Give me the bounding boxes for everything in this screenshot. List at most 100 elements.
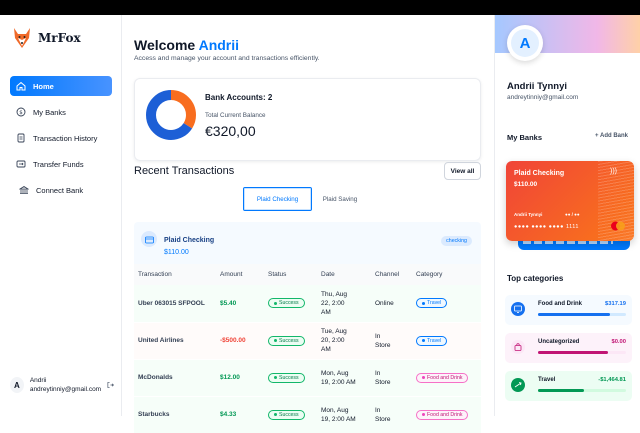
channel-line: Store [375, 415, 391, 423]
channel-line: In [375, 369, 381, 377]
mastercard-icon [611, 221, 625, 231]
receipt-icon [17, 133, 25, 143]
table-row[interactable]: Starbucks $4.33 Success Mon, Aug 19, 2:00… [134, 396, 481, 433]
column-header-transaction: Transaction [138, 271, 172, 278]
app-logo[interactable]: MrFox [12, 25, 81, 51]
sidebar-item-label: Connect Bank [36, 185, 84, 195]
category-label: Food and Drink [427, 374, 463, 381]
sidebar-item-label: My Banks [33, 107, 66, 117]
sidebar-item-home[interactable]: Home [10, 76, 112, 96]
svg-text:$: $ [19, 110, 23, 116]
welcome-greeting: Welcome [134, 37, 196, 53]
category-progress-fill [538, 351, 609, 354]
category-label: Food and Drink [427, 411, 463, 418]
sidebar: MrFox Home $ My Banks Transaction Histor… [0, 15, 122, 416]
app-name: MrFox [38, 31, 81, 45]
tab-plaid-saving[interactable]: Plaid Saving [312, 187, 368, 211]
category-cell: Food and Drink [412, 396, 481, 433]
date-line: Mon, Aug [321, 406, 349, 414]
window-top-bar [0, 0, 640, 15]
category-card-uncategorized[interactable]: Uncategorized $0.00 [505, 333, 632, 363]
category-progress-track [538, 313, 626, 316]
transaction-name: McDonalds [138, 374, 173, 381]
column-header-amount: Amount [220, 271, 243, 278]
category-label: Travel [427, 337, 442, 344]
total-balance-value: €320,00 [205, 123, 256, 139]
category-badge: Food and Drink [416, 372, 469, 383]
profile-avatar[interactable]: A [507, 25, 543, 61]
date-cell: Tue, Aug 20, 2:00 AM [317, 322, 371, 359]
table-row[interactable]: United Airlines -$500.00 Success Tue, Au… [134, 322, 481, 359]
category-name: Food and Drink [538, 301, 582, 307]
date-line: AM [321, 346, 331, 353]
status-badge: Success [268, 372, 305, 383]
channel-cell: Online [371, 285, 412, 322]
bag-icon [511, 340, 525, 354]
channel-cell: In Store [371, 322, 412, 359]
status-dot [274, 376, 277, 379]
main-content: Welcome Andrii Access and manage your ac… [122, 15, 494, 433]
profile-email: andreytinniy@gmail.com [507, 94, 579, 101]
my-banks-title: My Banks [507, 133, 543, 142]
channel-line: In [375, 332, 381, 340]
sidebar-item-label: Transaction History [33, 133, 98, 143]
date-line: 19, 2:00 AM [321, 415, 356, 423]
logout-icon[interactable] [107, 381, 114, 389]
sidebar-nav: Home $ My Banks Transaction History Tran… [10, 76, 112, 206]
transaction-name: Uber 063015 SFPOOL [138, 299, 205, 307]
account-type-badge: checking [441, 236, 472, 246]
page-subtitle: Access and manage your account and trans… [134, 55, 320, 62]
wallet-icon [141, 231, 157, 247]
sidebar-item-transfer-funds[interactable]: Transfer Funds [10, 154, 112, 174]
transaction-name: United Airlines [138, 337, 184, 344]
tab-plaid-checking[interactable]: Plaid Checking [243, 187, 312, 211]
category-card-food-and-drink[interactable]: Food and Drink $317.19 [505, 295, 632, 325]
channel-line: Store [375, 378, 391, 386]
sidebar-user-info: Andrii andreytinniy@gmail.com [30, 376, 101, 394]
status-badge: Success [268, 298, 305, 309]
status-cell: Success [264, 285, 317, 322]
bank-card-primary[interactable]: Plaid Checking $110.00 ))) Andrii Tynnyi… [506, 161, 634, 241]
recent-transactions-title: Recent Transactions [134, 165, 235, 177]
sidebar-item-transaction-history[interactable]: Transaction History [10, 128, 112, 148]
table-row[interactable]: Uber 063015 SFPOOL $5.40 Success Thu, Au… [134, 285, 481, 322]
date-cell: Mon, Aug 19, 2:00 AM [317, 359, 371, 396]
bank-icon [19, 186, 29, 194]
category-amount: -$1,464.81 [598, 377, 626, 383]
sidebar-item-my-banks[interactable]: $ My Banks [10, 102, 112, 122]
status-label: Success [279, 300, 299, 307]
table-row[interactable]: McDonalds $12.00 Success Mon, Aug 19, 2:0… [134, 359, 481, 396]
category-card-travel[interactable]: Travel -$1,464.81 [505, 371, 632, 401]
sidebar-item-connect-bank[interactable]: Connect Bank [10, 180, 112, 200]
status-cell: Success [264, 322, 317, 359]
monitor-icon [511, 302, 525, 316]
account-tabs: Plaid Checking Plaid Saving [243, 187, 368, 211]
date-line: 19, 2:00 AM [321, 378, 356, 386]
card-holder: Andrii Tynnyi [514, 212, 543, 217]
top-categories-title: Top categories [507, 274, 564, 283]
category-label: Travel [427, 300, 442, 307]
date-line: Mon, Aug [321, 369, 349, 377]
category-dot [422, 339, 425, 342]
status-badge: Success [268, 409, 305, 420]
add-bank-button[interactable]: + Add Bank [595, 133, 628, 139]
category-name: Travel [538, 377, 556, 383]
category-cell: Food and Drink [412, 359, 481, 396]
column-header-category: Category [416, 271, 443, 278]
welcome-user-name: Andrii [198, 37, 240, 53]
category-badge: Food and Drink [416, 409, 469, 420]
profile-name: Andrii Tynnyi [507, 81, 567, 92]
category-amount: $0.00 [611, 339, 626, 345]
add-bank-label: Add Bank [599, 133, 628, 139]
view-all-button[interactable]: View all [444, 162, 481, 180]
transfer-icon [16, 160, 26, 168]
app-root: MrFox Home $ My Banks Transaction Histor… [0, 15, 640, 433]
bank-accounts-count: Bank Accounts: 2 [205, 93, 273, 102]
channel-line: In [375, 406, 381, 414]
date-cell: Mon, Aug 19, 2:00 AM [317, 396, 371, 433]
column-header-channel: Channel [375, 271, 400, 278]
total-balance-label: Total Current Balance [205, 112, 266, 119]
date-line: Thu, Aug [321, 290, 348, 298]
card-expiry: ●● / ●● [565, 212, 580, 217]
column-header-date: Date [321, 271, 335, 278]
